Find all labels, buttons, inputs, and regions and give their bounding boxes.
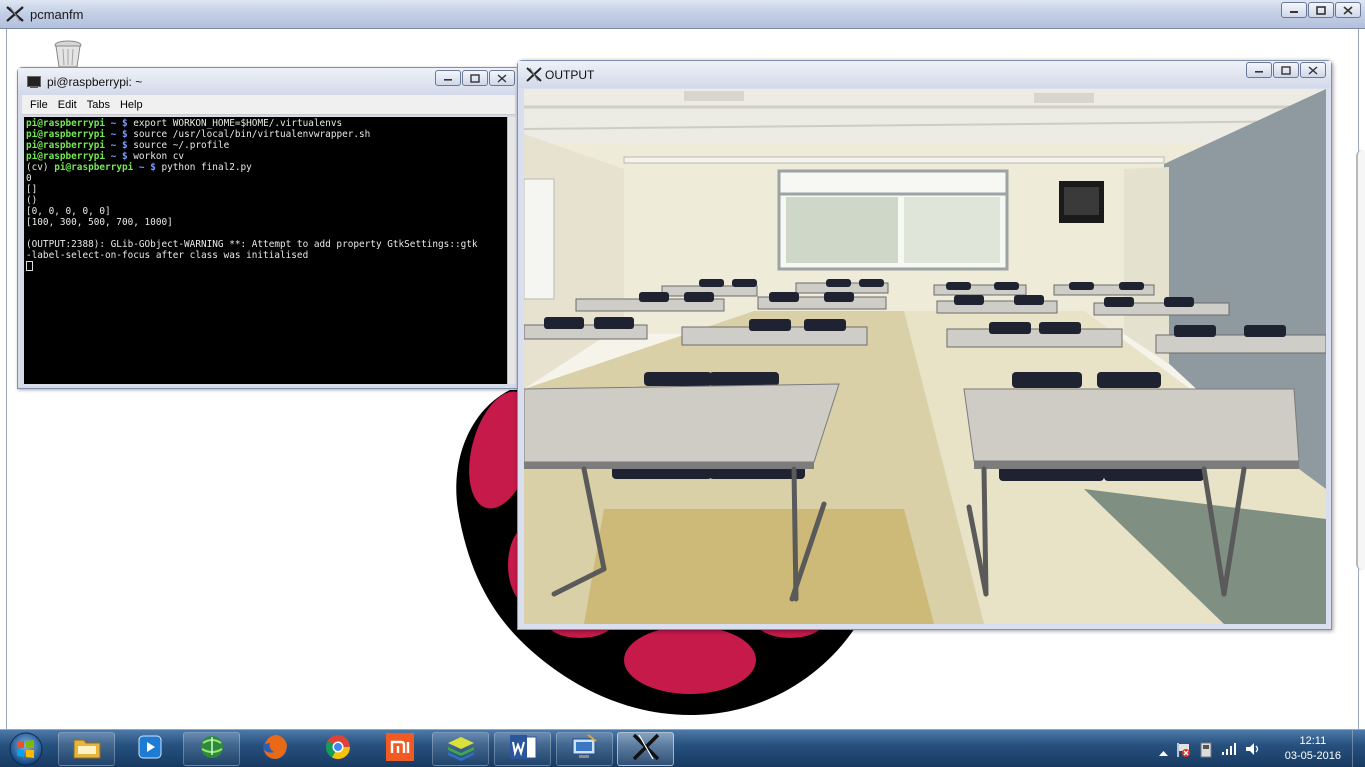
x-logo-icon — [526, 67, 542, 87]
taskbar-bluestacks[interactable] — [432, 732, 489, 766]
terminal-line: [100, 300, 500, 700, 1000] — [26, 217, 173, 228]
right-panel-edge — [1356, 150, 1365, 570]
media-player-icon — [136, 733, 164, 766]
terminal-line: pi@raspberrypi ~ $ source ~/.profile — [26, 140, 230, 151]
taskbar-windows-explorer[interactable] — [58, 732, 115, 766]
close-button[interactable] — [1335, 2, 1361, 18]
terminal-cursor-line — [26, 261, 505, 272]
terminal-icon — [27, 75, 41, 93]
firefox-icon — [260, 732, 290, 767]
terminal-line: (OUTPUT:2388): GLib-GObject-WARNING **: … — [26, 239, 478, 250]
text-cursor — [26, 261, 33, 271]
window-title: pcmanfm — [30, 7, 84, 22]
system-tray: 12:11 03-05-2016 — [1145, 730, 1365, 767]
terminal-line: [] — [26, 184, 38, 195]
terminal-scrollbar[interactable] — [507, 117, 516, 384]
terminal-line: -label-select-on-focus after class was i… — [26, 250, 309, 261]
taskbar-mi-pc-suite[interactable] — [371, 732, 428, 766]
taskbar-media-player[interactable] — [121, 732, 178, 766]
terminal-window[interactable]: pi@raspberrypi: ~ File Edit Tabs Help pi… — [17, 67, 520, 389]
folder-icon — [72, 734, 102, 765]
x-logo-icon — [6, 6, 24, 27]
terminal-line: 0 — [26, 173, 32, 184]
desktop: pcmanfm pi@raspberrypi: ~ File Edit Tabs… — [0, 0, 1365, 767]
globe-download-icon — [197, 733, 227, 766]
minimize-button[interactable] — [1281, 2, 1307, 18]
bluestacks-icon — [446, 733, 476, 766]
terminal-maximize-button[interactable] — [462, 70, 488, 86]
clock-date: 03-05-2016 — [1284, 750, 1341, 762]
output-titlebar[interactable]: OUTPUT — [518, 61, 1331, 88]
pcmanfm-titlebar[interactable]: pcmanfm — [0, 0, 1365, 29]
taskbar-download-manager[interactable] — [183, 732, 240, 766]
output-maximize-button[interactable] — [1273, 62, 1299, 78]
terminal-menubar: File Edit Tabs Help — [22, 95, 515, 115]
terminal-titlebar[interactable]: pi@raspberrypi: ~ — [18, 68, 519, 95]
mi-icon — [385, 732, 415, 767]
menu-edit[interactable]: Edit — [58, 99, 77, 111]
start-button[interactable] — [4, 731, 46, 767]
terminal-line: (cv) pi@raspberrypi ~ $ python final2.py — [26, 162, 252, 173]
word-icon — [508, 733, 538, 766]
menu-tabs[interactable]: Tabs — [87, 99, 110, 111]
terminal-minimize-button[interactable] — [435, 70, 461, 86]
output-window[interactable]: OUTPUT — [517, 60, 1332, 630]
volume-icon[interactable] — [1245, 742, 1261, 761]
classroom-image — [524, 89, 1326, 624]
clock[interactable]: 12:11 03-05-2016 — [1285, 734, 1341, 764]
remote-desktop-icon — [570, 733, 600, 766]
terminal-line: pi@raspberrypi ~ $ workon cv — [26, 151, 185, 162]
output-close-button[interactable] — [1300, 62, 1326, 78]
chrome-icon — [323, 732, 353, 767]
taskbar-chrome[interactable] — [309, 732, 366, 766]
menu-help[interactable]: Help — [120, 99, 143, 111]
terminal-output[interactable]: pi@raspberrypi ~ $ export WORKON_HOME=$H… — [24, 117, 507, 384]
menu-file[interactable]: File — [30, 99, 48, 111]
terminal-line: pi@raspberrypi ~ $ export WORKON_HOME=$H… — [26, 118, 343, 129]
taskbar-xming[interactable] — [617, 732, 674, 766]
terminal-line: [0, 0, 0, 0, 0] — [26, 206, 111, 217]
terminal-line: () — [26, 195, 38, 206]
show-hidden-icons-icon[interactable] — [1159, 744, 1168, 762]
usb-device-icon[interactable] — [1199, 742, 1213, 763]
maximize-button[interactable] — [1308, 2, 1334, 18]
output-title: OUTPUT — [545, 68, 595, 82]
taskbar-remote-desktop[interactable] — [556, 732, 613, 766]
taskbar-microsoft-word[interactable] — [494, 732, 551, 766]
terminal-line: pi@raspberrypi ~ $ source /usr/local/bin… — [26, 129, 371, 140]
taskbar-firefox[interactable] — [246, 732, 303, 766]
taskbar: 12:11 03-05-2016 — [0, 729, 1365, 767]
network-signal-icon[interactable] — [1221, 742, 1237, 761]
show-desktop-button[interactable] — [1352, 730, 1365, 767]
x-logo-icon — [631, 732, 661, 767]
output-minimize-button[interactable] — [1246, 62, 1272, 78]
clock-time: 12:11 — [1299, 735, 1327, 747]
terminal-title: pi@raspberrypi: ~ — [47, 75, 143, 89]
action-center-flag-icon[interactable] — [1175, 742, 1191, 763]
terminal-close-button[interactable] — [489, 70, 515, 86]
